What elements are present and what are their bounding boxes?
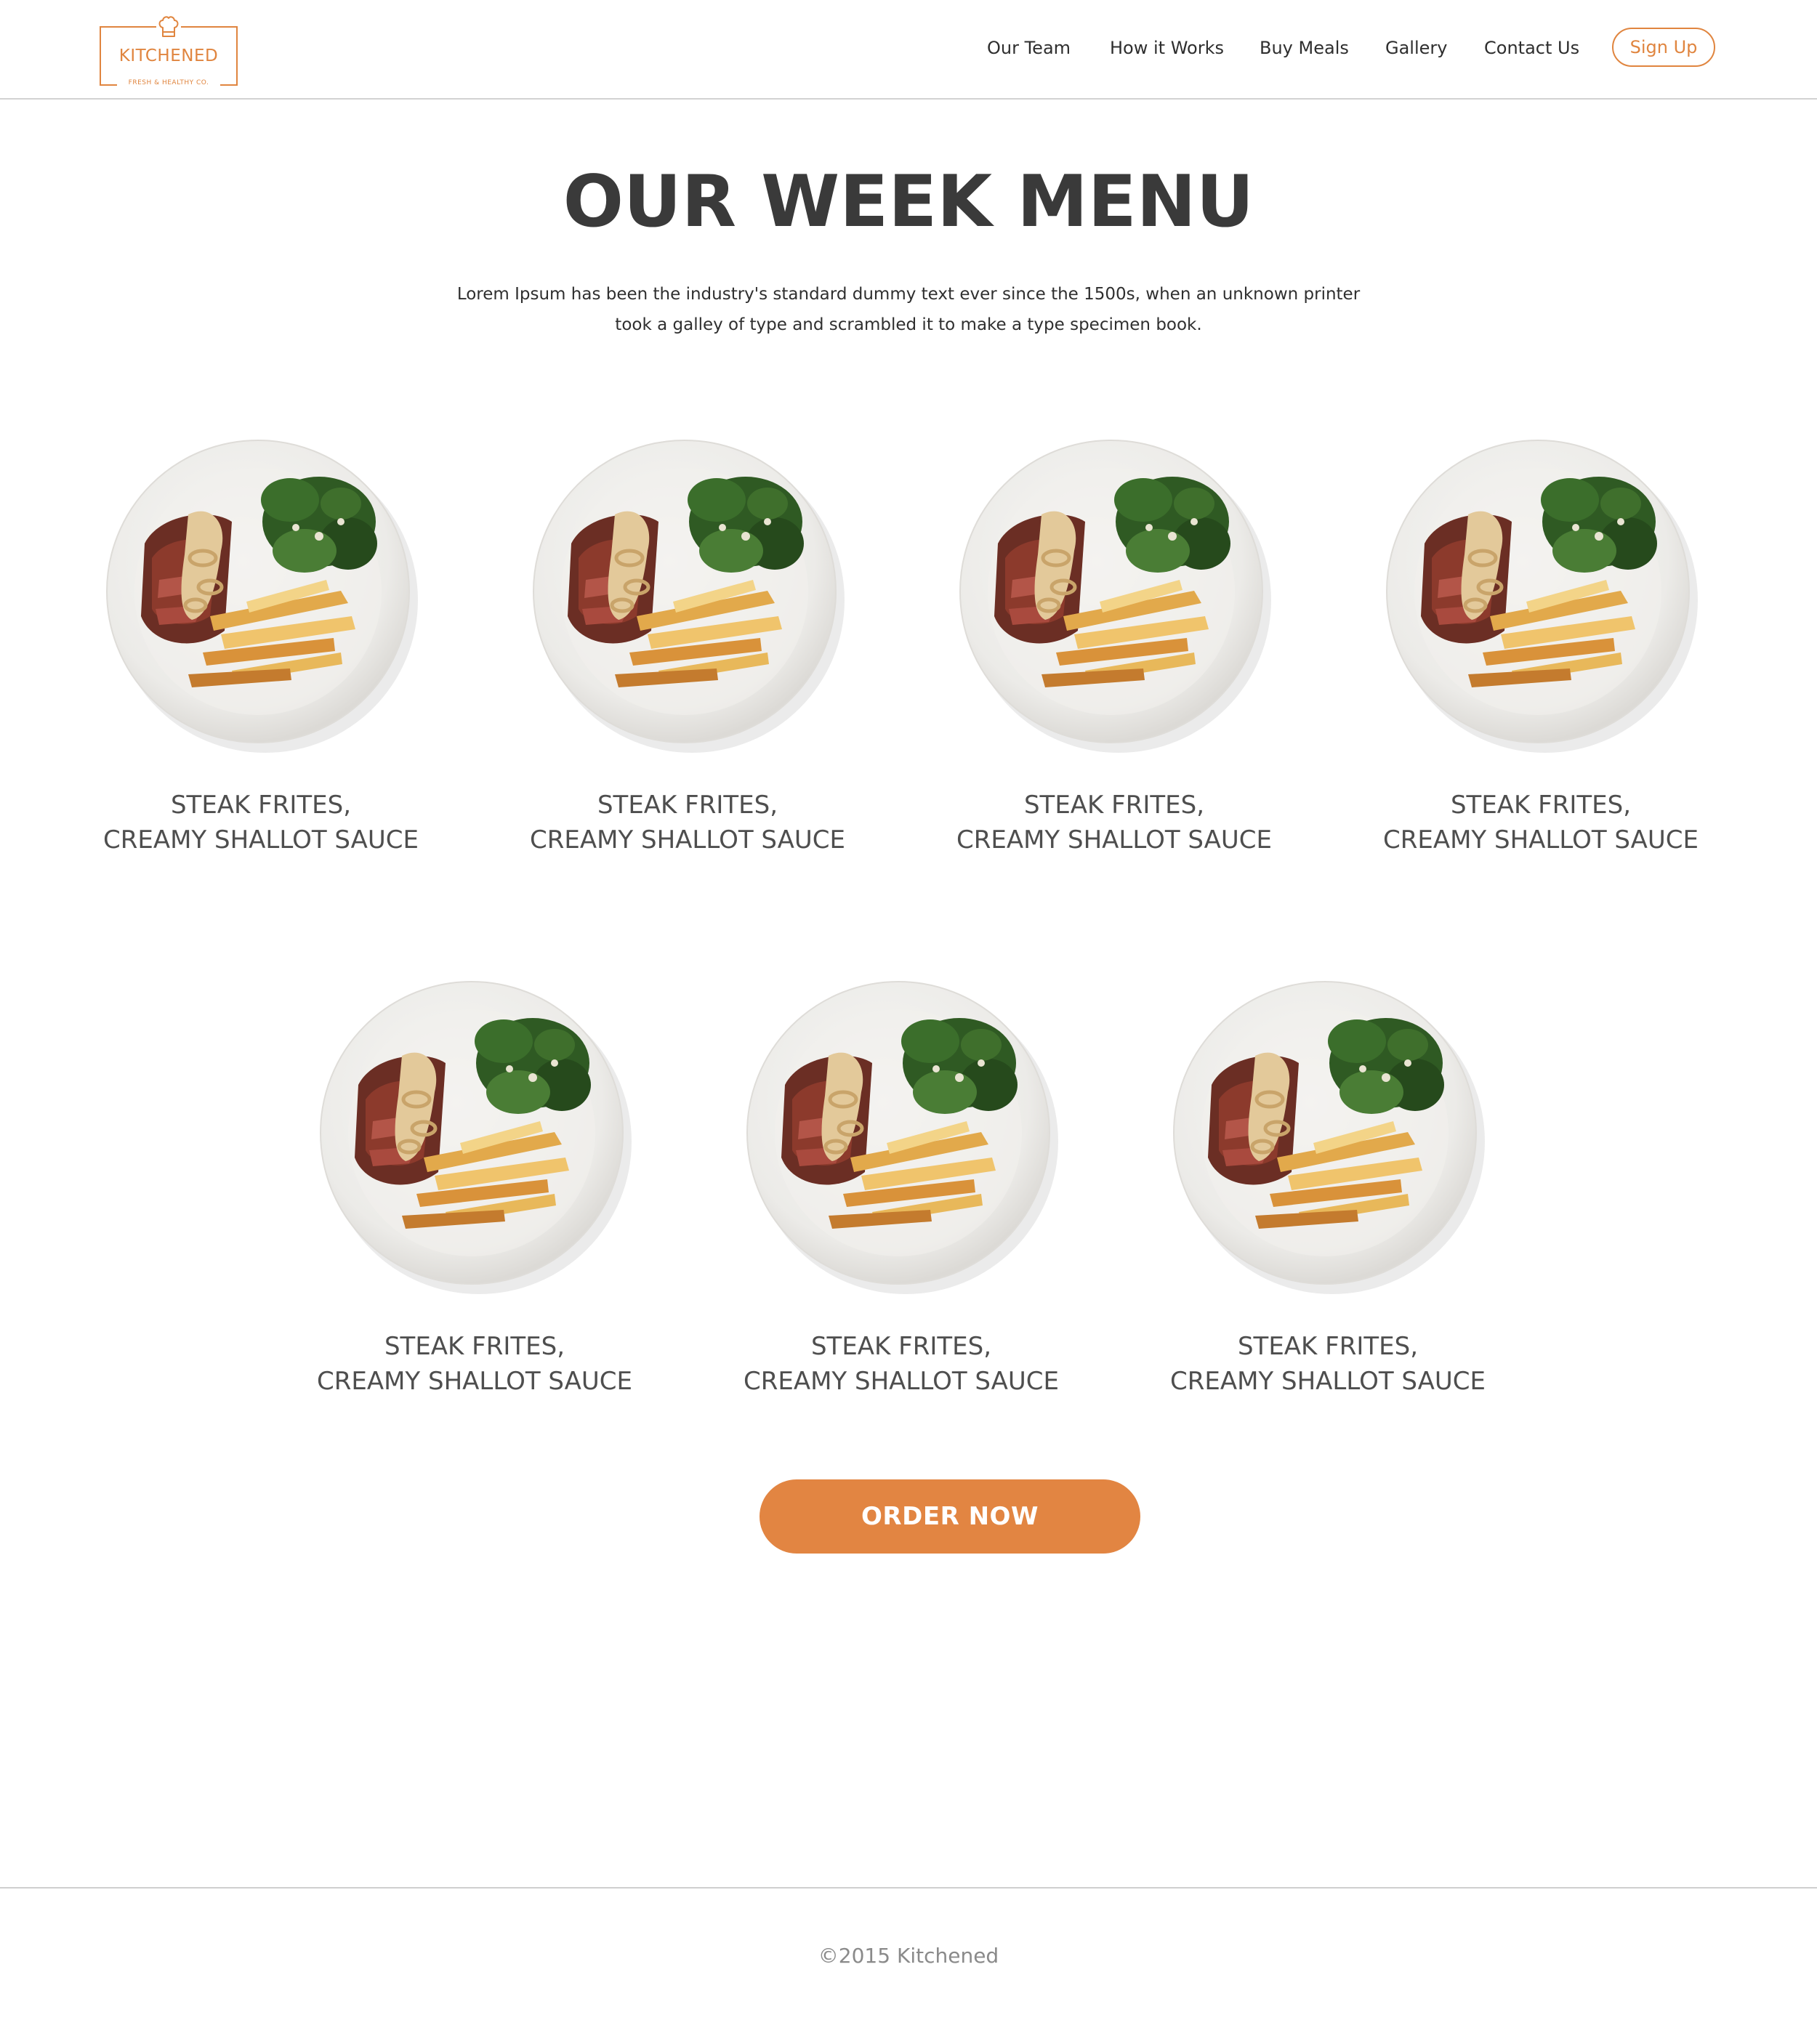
nav-gallery[interactable]: Gallery	[1385, 33, 1447, 62]
meal-card[interactable]: STEAK FRITES, CREAMY SHALLOT SAUCE	[101, 435, 421, 870]
site-footer: ©2015 Kitchened	[0, 1887, 1817, 2044]
site-header: KITCHENED FRESH & HEALTHY CO. Our Team H…	[0, 0, 1817, 100]
steak-frites-plate-image	[1386, 440, 1698, 753]
meal-image	[741, 976, 1061, 1296]
meal-name: STEAK FRITES, CREAMY SHALLOT SAUCE	[316, 1332, 632, 1396]
meal-card[interactable]: STEAK FRITES, CREAMY SHALLOT SAUCE	[315, 976, 634, 1412]
meal-card[interactable]: STEAK FRITES, CREAMY SHALLOT SAUCE	[954, 435, 1274, 870]
page-title: OUR WEEK MENU	[563, 161, 1254, 243]
intro-text: Lorem Ipsum has been the industry's stan…	[436, 279, 1381, 340]
logo-tagline: FRESH & HEALTHY CO.	[128, 79, 209, 86]
meal-card[interactable]: STEAK FRITES, CREAMY SHALLOT SAUCE	[1381, 435, 1701, 870]
steak-frites-plate-image	[746, 981, 1058, 1294]
meal-name: STEAK FRITES, CREAMY SHALLOT SAUCE	[1169, 1332, 1486, 1396]
meal-image	[101, 435, 421, 754]
meal-image	[315, 976, 634, 1296]
steak-frites-plate-image	[1173, 981, 1485, 1294]
kitchened-logo[interactable]: KITCHENED FRESH & HEALTHY CO.	[100, 15, 241, 89]
meal-name: STEAK FRITES, CREAMY SHALLOT SAUCE	[956, 791, 1272, 855]
nav-how-it-works[interactable]: How it Works	[1110, 33, 1224, 62]
meal-card[interactable]: STEAK FRITES, CREAMY SHALLOT SAUCE	[741, 976, 1061, 1412]
meal-image	[528, 435, 847, 754]
meal-image	[1381, 435, 1701, 754]
intro-line-1: Lorem Ipsum has been the industry's stan…	[456, 285, 1361, 304]
steak-frites-plate-image	[106, 440, 418, 753]
nav-our-team[interactable]: Our Team	[987, 33, 1071, 62]
meal-image	[1168, 976, 1488, 1296]
intro-line-2: took a galley of type and scrambled it t…	[615, 315, 1202, 334]
meal-card[interactable]: STEAK FRITES, CREAMY SHALLOT SAUCE	[528, 435, 847, 870]
copyright-text: ©2015 Kitchened	[818, 1944, 999, 1968]
steak-frites-plate-image	[533, 440, 845, 753]
meal-card[interactable]: STEAK FRITES, CREAMY SHALLOT SAUCE	[1168, 976, 1488, 1412]
chef-hat-icon	[158, 16, 179, 37]
steak-frites-plate-image	[320, 981, 632, 1294]
logo-wordmark: KITCHENED	[118, 47, 219, 65]
nav-buy-meals[interactable]: Buy Meals	[1260, 33, 1349, 62]
meal-image	[954, 435, 1274, 754]
nav-contact-us[interactable]: Contact Us	[1484, 33, 1579, 62]
sign-up-button[interactable]: Sign Up	[1612, 28, 1715, 67]
meal-name: STEAK FRITES, CREAMY SHALLOT SAUCE	[102, 791, 419, 855]
order-now-button[interactable]: ORDER NOW	[760, 1479, 1140, 1554]
meal-name: STEAK FRITES, CREAMY SHALLOT SAUCE	[1382, 791, 1699, 855]
steak-frites-plate-image	[959, 440, 1271, 753]
meal-name: STEAK FRITES, CREAMY SHALLOT SAUCE	[743, 1332, 1059, 1396]
meal-name: STEAK FRITES, CREAMY SHALLOT SAUCE	[529, 791, 845, 855]
